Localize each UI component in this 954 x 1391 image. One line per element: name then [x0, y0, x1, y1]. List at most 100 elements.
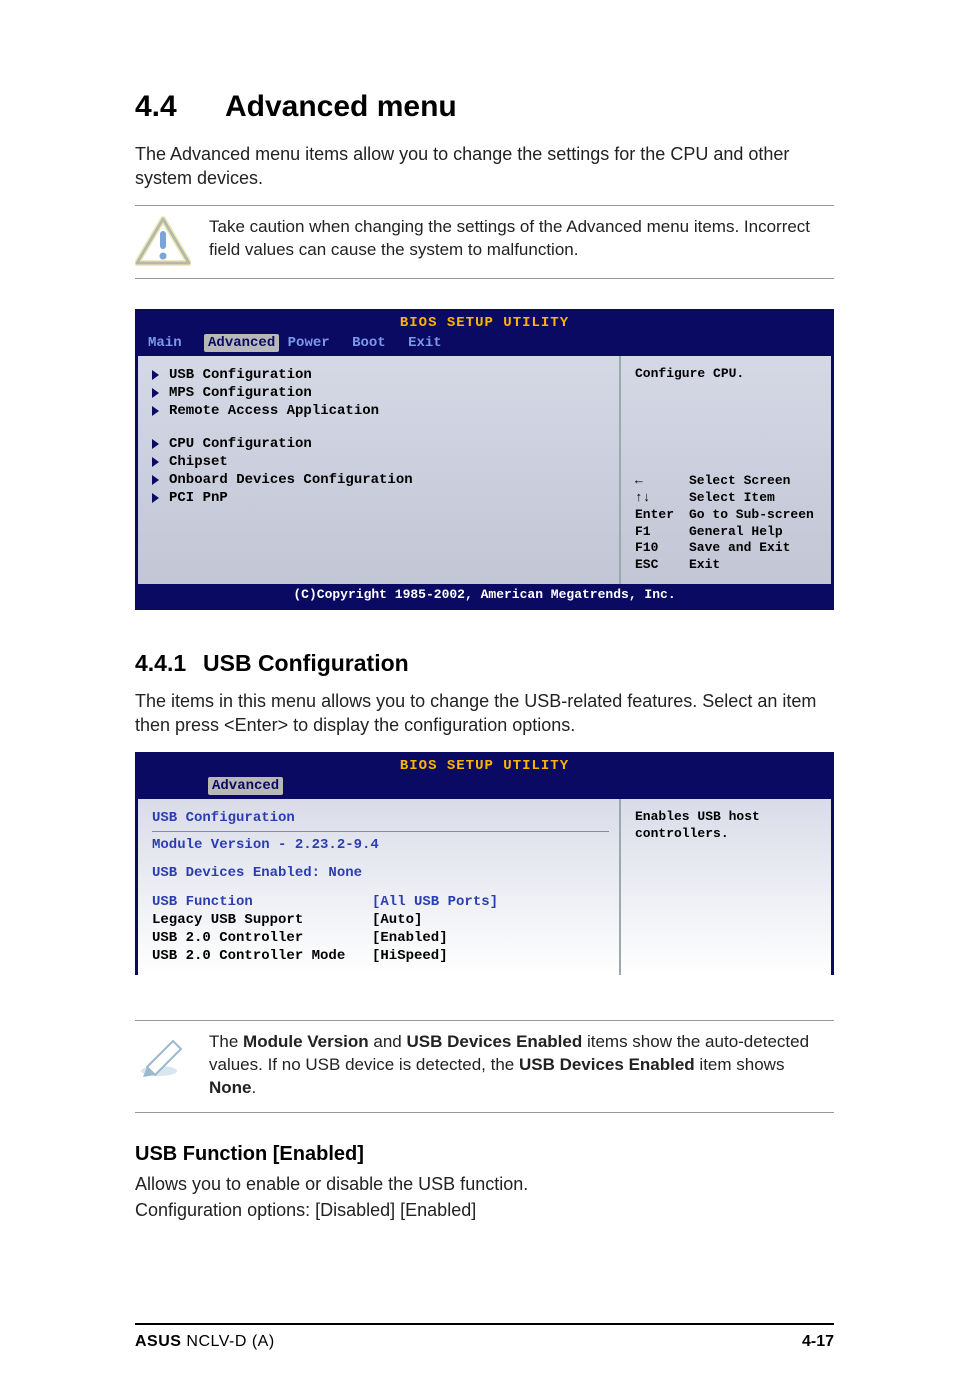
bios-help-line: controllers.: [635, 826, 821, 843]
key-desc: General Help: [689, 524, 783, 541]
bios-tab-bar: Advanced: [138, 775, 831, 799]
caution-icon: [135, 216, 191, 266]
bios-help-panel: Configure CPU. ← Select Screen ↑↓ Select I…: [621, 356, 831, 584]
key-desc: Go to Sub-screen: [689, 507, 814, 524]
menu-item-remote-access[interactable]: Remote Access Application: [152, 402, 609, 420]
menu-item-chipset[interactable]: Chipset: [152, 453, 609, 471]
note-span: item shows: [695, 1055, 785, 1074]
submenu-arrow-icon: [152, 457, 159, 467]
bios-menu-panel: USB Configuration MPS Configuration Remo…: [138, 356, 621, 584]
bios-tab-main[interactable]: Main: [148, 334, 196, 352]
config-row-usb-function[interactable]: USB Function[All USB Ports]: [152, 893, 609, 911]
bios-tab-power[interactable]: Power: [288, 334, 344, 352]
key-desc: Select Item: [689, 490, 775, 507]
bios-config-panel: USB Configuration Module Version - 2.23.…: [138, 799, 621, 975]
config-value: [All USB Ports]: [372, 893, 498, 911]
note-span: .: [252, 1078, 257, 1097]
key-label: ESC: [635, 557, 681, 574]
intro-paragraph: The Advanced menu items allow you to cha…: [135, 142, 834, 191]
submenu-arrow-icon: [152, 439, 159, 449]
menu-item-label: USB Configuration: [169, 366, 312, 384]
config-row-legacy-usb[interactable]: Legacy USB Support[Auto]: [152, 911, 609, 929]
note-span: The: [209, 1032, 243, 1051]
key-hint: ← Select Screen: [635, 473, 821, 490]
key-label: ↑↓: [635, 490, 681, 507]
menu-item-pci-pnp[interactable]: PCI PnP: [152, 489, 609, 507]
config-label: USB Function: [152, 893, 372, 911]
note-callout: The Module Version and USB Devices Enabl…: [135, 1020, 834, 1113]
subsection-title-text: USB Configuration: [203, 650, 409, 676]
submenu-arrow-icon: [152, 475, 159, 485]
menu-item-label: Chipset: [169, 453, 228, 471]
note-bold: USB Devices Enabled: [519, 1055, 695, 1074]
note-span: and: [369, 1032, 407, 1051]
config-value: [HiSpeed]: [372, 947, 448, 965]
menu-item-mps-config[interactable]: MPS Configuration: [152, 384, 609, 402]
config-value: [Enabled]: [372, 929, 448, 947]
menu-item-label: CPU Configuration: [169, 435, 312, 453]
bios-tab-advanced[interactable]: Advanced: [208, 777, 283, 795]
key-hint: ESC Exit: [635, 557, 821, 574]
bios-copyright: (C)Copyright 1985-2002, American Megatre…: [138, 584, 831, 607]
section-title-text: Advanced menu: [225, 90, 457, 123]
usb-devices-enabled: USB Devices Enabled: None: [152, 864, 609, 882]
bios-title: BIOS SETUP UTILITY: [138, 755, 831, 775]
config-row-usb20-mode[interactable]: USB 2.0 Controller Mode[HiSpeed]: [152, 947, 609, 965]
key-hint: ↑↓ Select Item: [635, 490, 821, 507]
config-heading: USB Configuration: [152, 809, 609, 827]
key-desc: Select Screen: [689, 473, 790, 490]
key-desc: Exit: [689, 557, 720, 574]
footer-page-number: 4-17: [802, 1333, 834, 1351]
bios-tab-exit[interactable]: Exit: [408, 334, 456, 352]
bios-tab-advanced[interactable]: Advanced: [204, 334, 279, 352]
caution-callout: Take caution when changing the settings …: [135, 205, 834, 279]
menu-item-label: Onboard Devices Configuration: [169, 471, 413, 489]
item-options: Configuration options: [Disabled] [Enabl…: [135, 1198, 834, 1222]
menu-item-label: Remote Access Application: [169, 402, 379, 420]
bios-tab-bar: Main Advanced Power Boot Exit: [138, 332, 831, 356]
menu-item-usb-config[interactable]: USB Configuration: [152, 366, 609, 384]
bios-help-line: Enables USB host: [635, 809, 821, 826]
config-label: Legacy USB Support: [152, 911, 372, 929]
subsection-intro: The items in this menu allows you to cha…: [135, 689, 834, 738]
bios-help-title: Configure CPU.: [635, 366, 821, 383]
page-footer: ASUS NCLV-D (A) 4-17: [135, 1323, 834, 1351]
footer-product: ASUS NCLV-D (A): [135, 1333, 275, 1351]
footer-product-bold: ASUS: [135, 1333, 181, 1350]
key-hint: F10Save and Exit: [635, 540, 821, 557]
subsection-heading: 4.4.1USB Configuration: [135, 650, 834, 677]
config-label: USB 2.0 Controller Mode: [152, 947, 372, 965]
note-text: The Module Version and USB Devices Enabl…: [209, 1031, 834, 1100]
key-label: F1: [635, 524, 681, 541]
menu-item-label: MPS Configuration: [169, 384, 312, 402]
key-label: Enter: [635, 507, 681, 524]
config-value: [Auto]: [372, 911, 422, 929]
key-hint: Enter Go to Sub-screen: [635, 507, 821, 524]
footer-product-rest: NCLV-D (A): [181, 1333, 274, 1350]
menu-item-label: PCI PnP: [169, 489, 228, 507]
submenu-arrow-icon: [152, 370, 159, 380]
subsection-number: 4.4.1: [135, 650, 203, 677]
config-row-usb20-controller[interactable]: USB 2.0 Controller[Enabled]: [152, 929, 609, 947]
item-description: Allows you to enable or disable the USB …: [135, 1172, 834, 1196]
section-heading: 4.4Advanced menu: [135, 90, 834, 124]
section-number: 4.4: [135, 90, 225, 124]
submenu-arrow-icon: [152, 406, 159, 416]
note-bold: USB Devices Enabled: [406, 1032, 582, 1051]
bios-usb-config-screen: BIOS SETUP UTILITY Advanced USB Configur…: [135, 752, 834, 976]
bios-tab-boot[interactable]: Boot: [352, 334, 400, 352]
note-bold: Module Version: [243, 1032, 369, 1051]
menu-item-onboard-devices[interactable]: Onboard Devices Configuration: [152, 471, 609, 489]
key-hint: F1 General Help: [635, 524, 821, 541]
submenu-arrow-icon: [152, 493, 159, 503]
caution-text: Take caution when changing the settings …: [209, 216, 834, 262]
note-bold: None: [209, 1078, 252, 1097]
submenu-arrow-icon: [152, 388, 159, 398]
config-label: USB 2.0 Controller: [152, 929, 372, 947]
note-icon: [135, 1031, 191, 1079]
item-heading: USB Function [Enabled]: [135, 1143, 834, 1166]
menu-item-cpu-config[interactable]: CPU Configuration: [152, 435, 609, 453]
key-label: ←: [635, 473, 681, 490]
key-label: F10: [635, 540, 681, 557]
bios-help-panel: Enables USB host controllers.: [621, 799, 831, 975]
